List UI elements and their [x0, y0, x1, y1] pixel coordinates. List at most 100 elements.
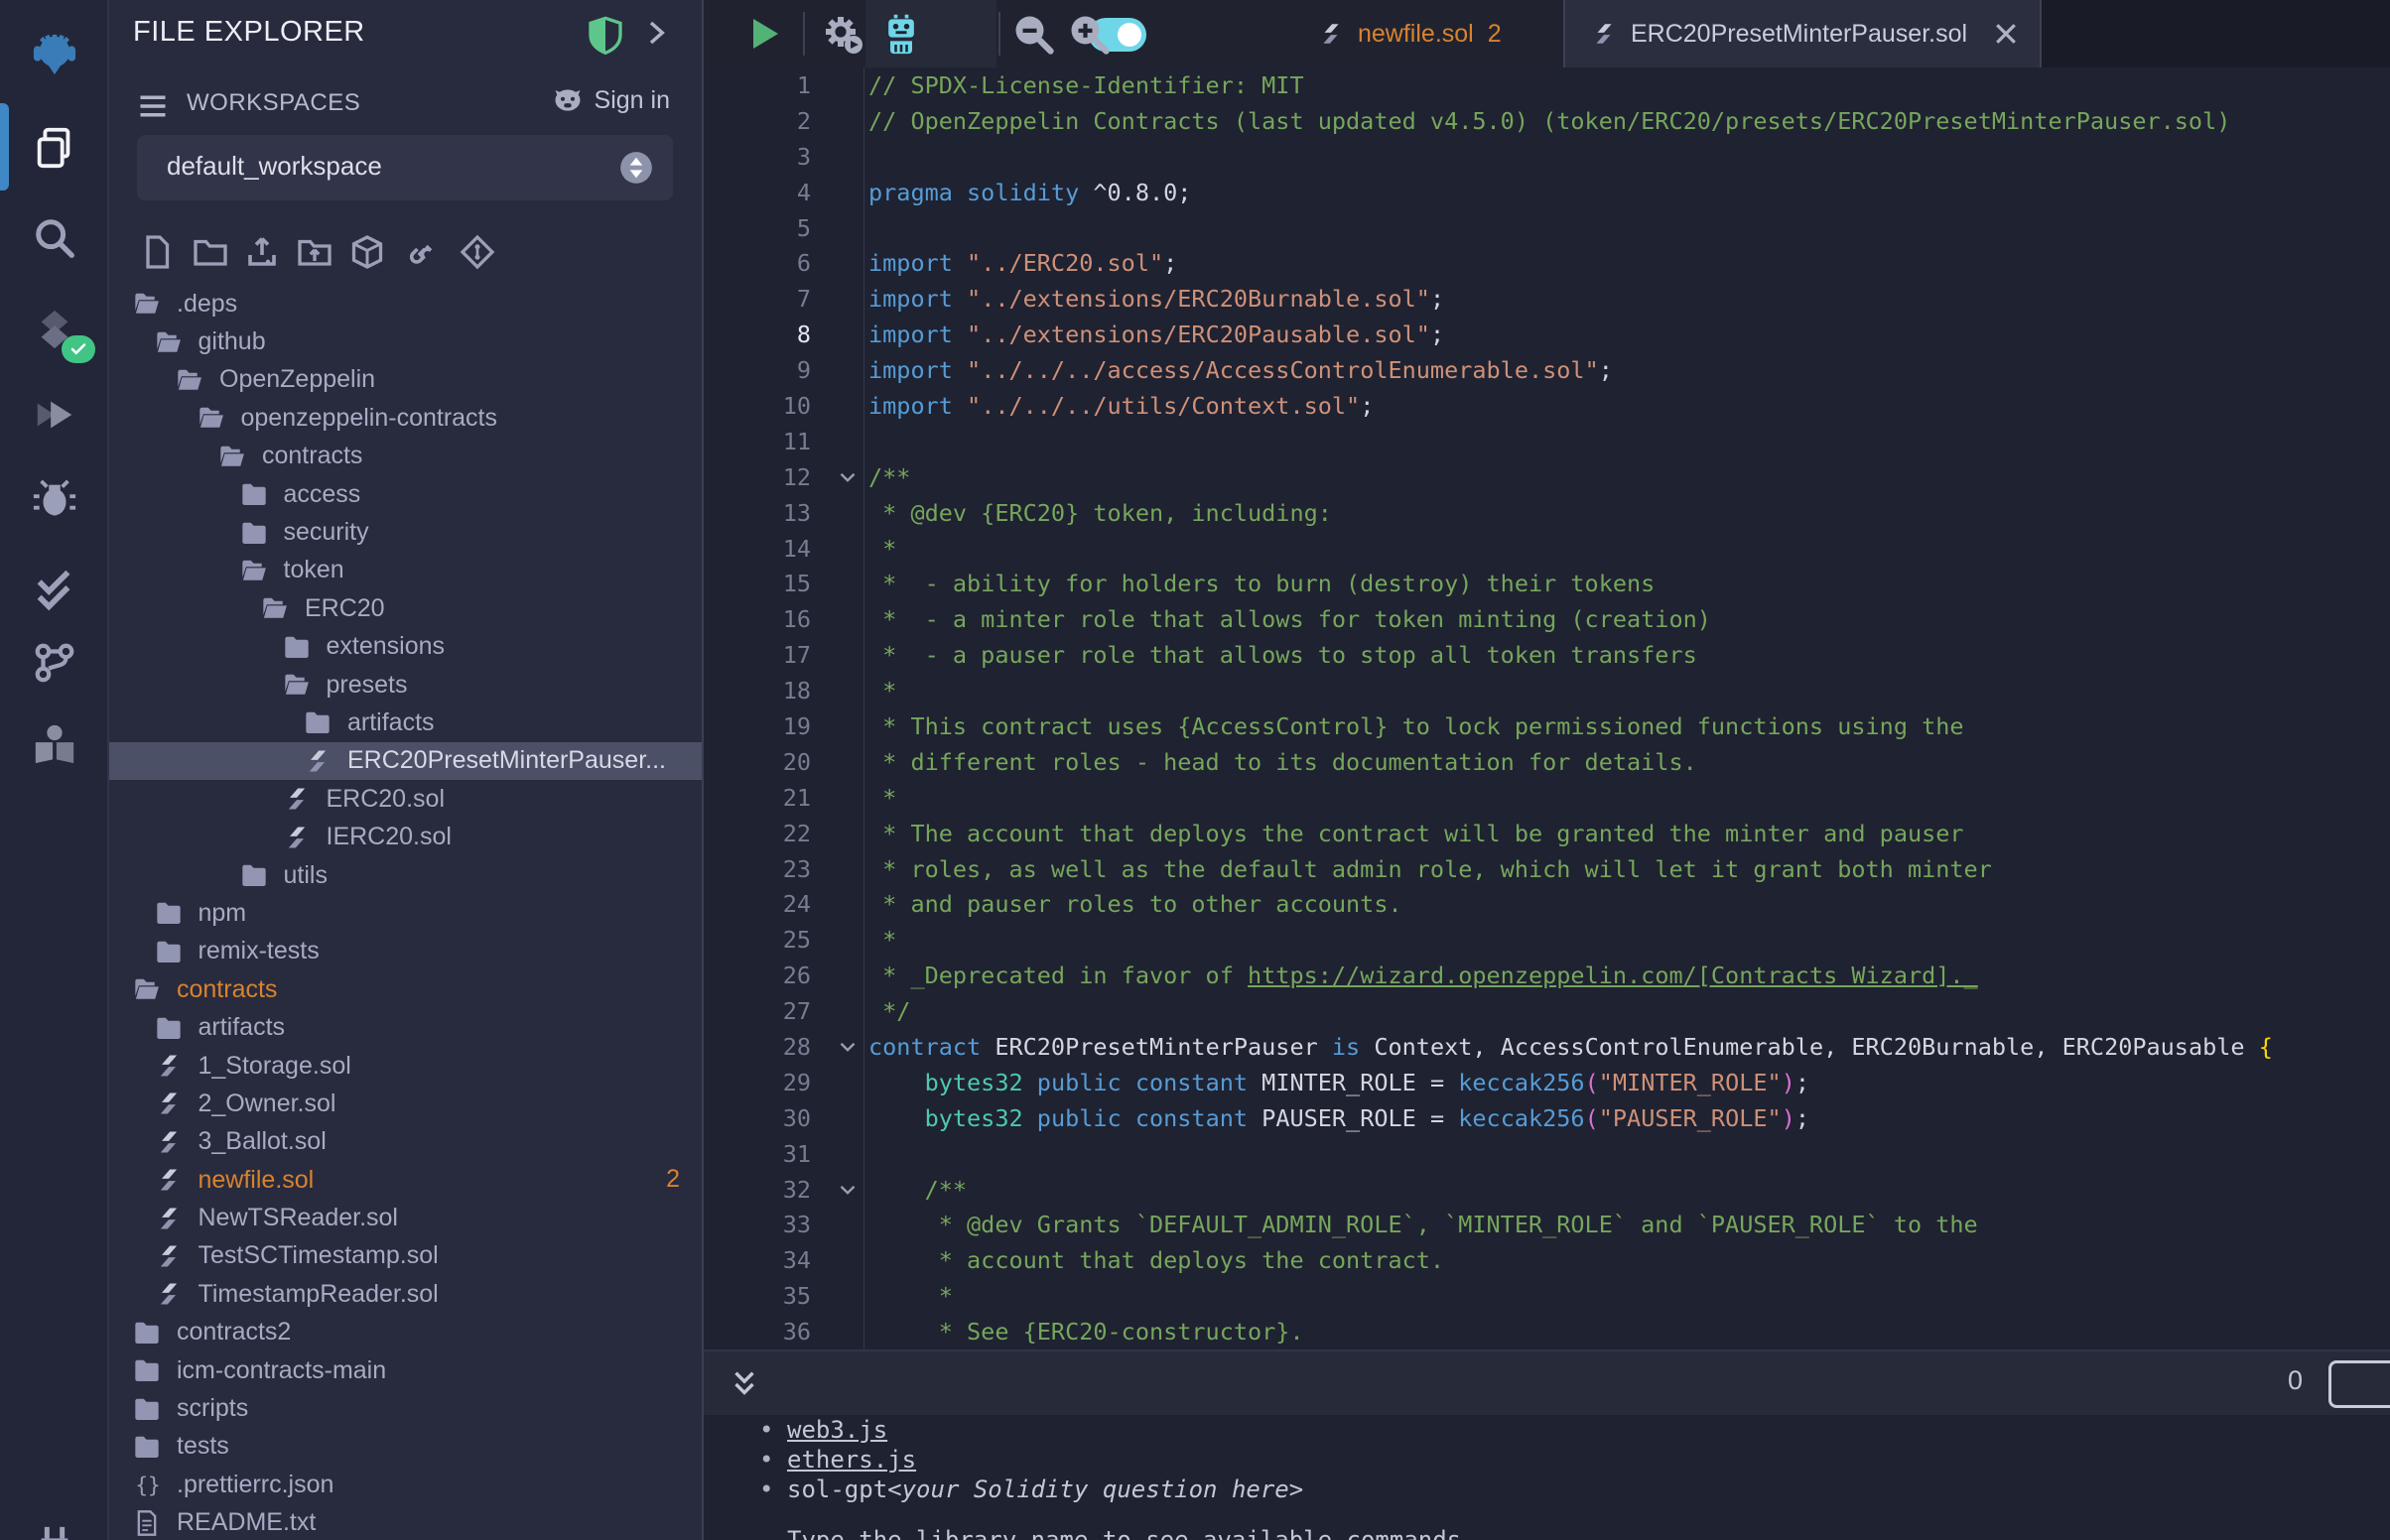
- code-line[interactable]: 11: [704, 424, 2390, 459]
- terminal-library-link[interactable]: web3.js: [787, 1416, 887, 1444]
- code-line[interactable]: 9import "../../../access/AccessControlEn…: [704, 352, 2390, 388]
- code-line[interactable]: 24 * and pauser roles to other accounts.: [704, 886, 2390, 922]
- tree-folder[interactable]: tests: [109, 1428, 702, 1466]
- tree-folder[interactable]: extensions: [109, 628, 702, 666]
- workspace-select[interactable]: default_workspace: [137, 135, 673, 200]
- ai-copilot-icon[interactable]: [873, 0, 929, 67]
- tree-file[interactable]: README.txt: [109, 1504, 702, 1540]
- zoom-out-icon[interactable]: [1005, 0, 1061, 67]
- terminal-search-input[interactable]: [2328, 1360, 2390, 1408]
- code-line[interactable]: 36 * See {ERC20-constructor}.: [704, 1314, 2390, 1349]
- tree-file[interactable]: 1_Storage.sol: [109, 1047, 702, 1085]
- terminal-library-link[interactable]: ethers.js: [787, 1446, 916, 1474]
- code-line[interactable]: 20 * different roles - head to its docum…: [704, 744, 2390, 780]
- solidity-compiler-icon[interactable]: [0, 294, 109, 365]
- tree-folder[interactable]: artifacts: [109, 704, 702, 741]
- fold-chevron-icon[interactable]: [827, 1177, 868, 1203]
- code-line[interactable]: 22 * The account that deploys the contra…: [704, 816, 2390, 851]
- tree-file[interactable]: NewTSReader.sol: [109, 1199, 702, 1236]
- hamburger-menu-icon[interactable]: [135, 91, 171, 121]
- code-line[interactable]: 23 * roles, as well as the default admin…: [704, 851, 2390, 887]
- terminal-header[interactable]: 0: [704, 1349, 2390, 1415]
- debugger-icon[interactable]: [0, 464, 109, 536]
- tree-file[interactable]: 3_Ballot.sol: [109, 1123, 702, 1161]
- tree-folder[interactable]: artifacts: [109, 1008, 702, 1046]
- tree-folder[interactable]: contracts: [109, 438, 702, 475]
- code-line[interactable]: 3: [704, 139, 2390, 175]
- code-line[interactable]: 25 *: [704, 922, 2390, 958]
- git-icon[interactable]: [0, 627, 109, 699]
- editor-tab[interactable]: newfile.sol2: [1292, 0, 1563, 67]
- tree-folder[interactable]: openzeppelin-contracts: [109, 399, 702, 437]
- sign-in-button[interactable]: Sign in: [551, 85, 670, 115]
- code-line[interactable]: 8import "../extensions/ERC20Pausable.sol…: [704, 317, 2390, 352]
- code-line[interactable]: 4pragma solidity ^0.8.0;: [704, 175, 2390, 210]
- code-line[interactable]: 6import "../ERC20.sol";: [704, 245, 2390, 281]
- tree-file[interactable]: ERC20PresetMinterPauser...: [109, 742, 702, 780]
- tree-folder[interactable]: access: [109, 475, 702, 513]
- code-line[interactable]: 19 * This contract uses {AccessControl} …: [704, 708, 2390, 744]
- tree-file[interactable]: ERC20.sol: [109, 780, 702, 818]
- code-line[interactable]: 34 * account that deploys the contract.: [704, 1242, 2390, 1278]
- editor-tab[interactable]: ERC20PresetMinterPauser.sol: [1563, 0, 2042, 67]
- upload-folder-icon[interactable]: [293, 230, 336, 274]
- code-line[interactable]: 30 bytes32 public constant PAUSER_ROLE =…: [704, 1100, 2390, 1136]
- tree-folder[interactable]: scripts: [109, 1389, 702, 1427]
- code-line[interactable]: 17 * - a pauser role that allows to stop…: [704, 637, 2390, 673]
- tree-folder[interactable]: npm: [109, 894, 702, 932]
- code-line[interactable]: 5: [704, 210, 2390, 246]
- tree-file[interactable]: TestSCTimestamp.sol: [109, 1237, 702, 1275]
- zoom-in-icon[interactable]: [1061, 0, 1117, 67]
- collapse-panel-icon[interactable]: [641, 18, 671, 48]
- code-line[interactable]: 29 bytes32 public constant MINTER_ROLE =…: [704, 1065, 2390, 1100]
- plugin-manager-icon[interactable]: [0, 708, 109, 780]
- code-line[interactable]: 15 * - ability for holders to burn (dest…: [704, 566, 2390, 601]
- code-line[interactable]: 14 *: [704, 531, 2390, 567]
- tree-file[interactable]: {}.prettierrc.json: [109, 1466, 702, 1503]
- unit-testing-icon[interactable]: [0, 554, 109, 625]
- code-line[interactable]: 12/**: [704, 459, 2390, 495]
- upload-file-icon[interactable]: [240, 230, 284, 274]
- tree-folder[interactable]: .deps: [109, 285, 702, 322]
- tree-folder[interactable]: presets: [109, 666, 702, 704]
- close-icon[interactable]: [1991, 19, 2021, 49]
- deploy-run-icon[interactable]: [0, 379, 109, 450]
- code-line[interactable]: 32 /**: [704, 1172, 2390, 1208]
- tree-folder[interactable]: OpenZeppelin: [109, 361, 702, 399]
- tree-file[interactable]: IERC20.sol: [109, 818, 702, 855]
- tree-folder[interactable]: utils: [109, 856, 702, 894]
- tree-file[interactable]: 2_Owner.sol: [109, 1085, 702, 1122]
- new-file-icon[interactable]: [135, 230, 179, 274]
- code-line[interactable]: 21 *: [704, 780, 2390, 816]
- tree-file[interactable]: TimestampReader.sol: [109, 1275, 702, 1313]
- code-line[interactable]: 16 * - a minter role that allows for tok…: [704, 601, 2390, 637]
- code-line[interactable]: 33 * @dev Grants `DEFAULT_ADMIN_ROLE`, `…: [704, 1208, 2390, 1243]
- plug-icon[interactable]: [0, 1510, 109, 1540]
- code-line[interactable]: 7import "../extensions/ERC20Burnable.sol…: [704, 281, 2390, 317]
- tree-folder[interactable]: ERC20: [109, 589, 702, 627]
- tree-folder[interactable]: remix-tests: [109, 933, 702, 970]
- code-line[interactable]: 26 * _Deprecated in favor of https://wiz…: [704, 958, 2390, 993]
- code-line[interactable]: 1// SPDX-License-Identifier: MIT: [704, 67, 2390, 103]
- file-explorer-icon[interactable]: [0, 111, 109, 183]
- terminal-collapse-icon[interactable]: [728, 1365, 761, 1403]
- code-line[interactable]: 10import "../../../utils/Context.sol";: [704, 388, 2390, 424]
- tree-folder[interactable]: contracts2: [109, 1314, 702, 1351]
- code-editor[interactable]: 1// SPDX-License-Identifier: MIT2// Open…: [704, 67, 2390, 1349]
- tree-folder[interactable]: security: [109, 513, 702, 551]
- code-line[interactable]: 27 */: [704, 993, 2390, 1029]
- publish-box-icon[interactable]: [345, 230, 389, 274]
- link-icon[interactable]: [400, 230, 444, 274]
- tree-file[interactable]: newfile.sol2: [109, 1161, 702, 1199]
- code-line[interactable]: 31: [704, 1136, 2390, 1172]
- code-line[interactable]: 28contract ERC20PresetMinterPauser is Co…: [704, 1029, 2390, 1065]
- run-script-button[interactable]: [733, 0, 793, 67]
- code-line[interactable]: 35 *: [704, 1278, 2390, 1314]
- code-line[interactable]: 2// OpenZeppelin Contracts (last updated…: [704, 103, 2390, 139]
- tree-folder[interactable]: icm-contracts-main: [109, 1351, 702, 1389]
- git-clone-icon[interactable]: [456, 230, 499, 274]
- fold-chevron-icon[interactable]: [827, 1034, 868, 1060]
- tree-folder[interactable]: token: [109, 552, 702, 589]
- tree-folder[interactable]: contracts: [109, 970, 702, 1008]
- code-line[interactable]: 18 *: [704, 673, 2390, 708]
